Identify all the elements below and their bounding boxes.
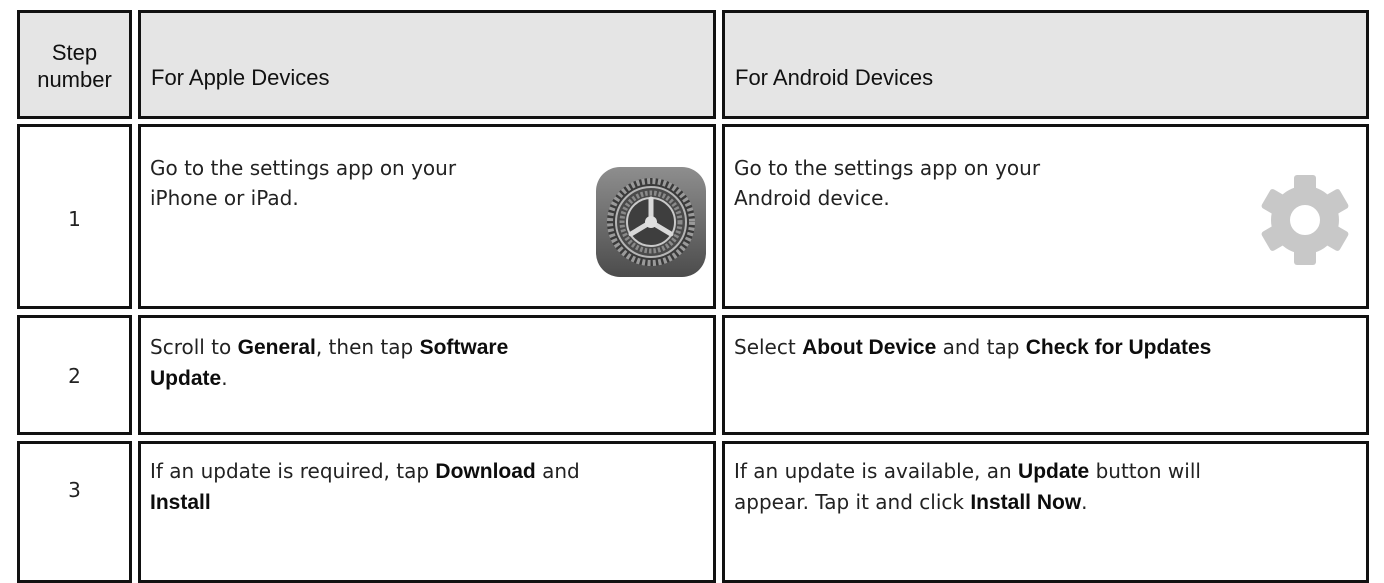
row2-android-line1: Select About Device and tap Check for Up… — [734, 332, 1211, 363]
row1-apple-line2: iPhone or iPad. — [150, 186, 299, 210]
row1-android-text: Go to the settings app on your Android d… — [734, 153, 1040, 213]
row3-number: 3 — [68, 478, 81, 502]
bold-term: Check for Updates — [1025, 336, 1212, 359]
header-step-line2: number — [37, 67, 112, 92]
row2-android-cell: Select About Device and tap Check for Up… — [722, 315, 1369, 435]
android-settings-gear-icon — [1250, 165, 1360, 275]
bold-term: Download — [435, 460, 536, 483]
text: If an update is required, tap — [150, 459, 436, 483]
header-step-line1: Step — [51, 40, 98, 65]
header-android-label: For Android Devices — [735, 65, 934, 90]
row1-android-line1: Go to the settings app on your — [734, 156, 1041, 180]
bold-term: About Device — [802, 336, 937, 359]
text: button will — [1089, 459, 1201, 483]
row1-apple-line1: Go to the settings app on your — [150, 156, 457, 180]
bold-term: Install — [150, 491, 211, 514]
row3-apple-text: If an update is required, tap Download a… — [150, 456, 580, 518]
text: , then tap — [315, 335, 420, 359]
row1-apple-cell: Go to the settings app on your iPhone or… — [138, 124, 716, 309]
row2-apple-text: Scroll to General, then tap Software Upd… — [150, 332, 508, 394]
row2-android-text: Select About Device and tap Check for Up… — [734, 332, 1211, 363]
text: appear. Tap it and click — [734, 490, 971, 514]
text: . — [221, 366, 228, 390]
row1-android-cell: Go to the settings app on your Android d… — [722, 124, 1369, 309]
header-android-cell: For Android Devices — [722, 10, 1369, 119]
row2-apple-line1: Scroll to General, then tap Software — [150, 332, 508, 363]
header-apple-cell: For Apple Devices — [138, 10, 716, 119]
bold-term: Update — [150, 367, 222, 390]
bold-term: Software — [419, 336, 509, 359]
row3-apple-cell: If an update is required, tap Download a… — [138, 441, 716, 583]
text: Scroll to — [150, 335, 238, 359]
row3-android-line2: appear. Tap it and click Install Now. — [734, 487, 1201, 518]
text: and — [535, 459, 580, 483]
ios-settings-gear-icon — [596, 167, 706, 277]
row3-android-text: If an update is available, an Update but… — [734, 456, 1201, 518]
text: and tap — [936, 335, 1026, 359]
bold-term: General — [237, 336, 316, 359]
text: . — [1081, 490, 1088, 514]
text: If an update is available, an — [734, 459, 1019, 483]
header-step-cell: Step number — [17, 10, 132, 119]
row2-number: 2 — [68, 364, 81, 388]
text: Select — [734, 335, 803, 359]
row3-apple-line2: Install — [150, 487, 580, 518]
header-apple-label: For Apple Devices — [151, 65, 330, 90]
bold-term: Install Now — [970, 491, 1082, 514]
row2-apple-cell: Scroll to General, then tap Software Upd… — [138, 315, 716, 435]
row1-number-cell: 1 — [17, 124, 132, 309]
row1-number: 1 — [68, 207, 81, 231]
row3-android-line1: If an update is available, an Update but… — [734, 456, 1201, 487]
row3-number-cell: 3 — [17, 441, 132, 583]
row1-apple-text: Go to the settings app on your iPhone or… — [150, 153, 456, 213]
row3-apple-line1: If an update is required, tap Download a… — [150, 456, 580, 487]
row1-android-line2: Android device. — [734, 186, 890, 210]
header-step-label: Step number — [20, 39, 129, 93]
row3-android-cell: If an update is available, an Update but… — [722, 441, 1369, 583]
bold-term: Update — [1018, 460, 1090, 483]
row2-apple-line2: Update. — [150, 363, 508, 394]
row2-number-cell: 2 — [17, 315, 132, 435]
